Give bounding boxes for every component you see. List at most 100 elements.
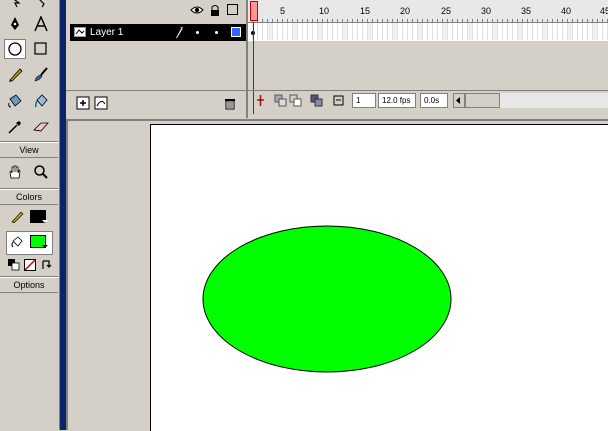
paint-bucket-tool[interactable] <box>30 91 52 111</box>
layer-type-icon <box>74 26 86 40</box>
ruler-tick <box>402 19 403 22</box>
edit-multiple-frames-button[interactable] <box>310 94 323 107</box>
ruler-tick <box>477 19 478 22</box>
ruler-tick <box>467 19 468 22</box>
brush-tool[interactable] <box>30 64 52 84</box>
stage-area <box>66 119 608 431</box>
ruler-tick <box>397 19 398 22</box>
onion-skin-button[interactable] <box>274 94 287 107</box>
ruler-tick <box>602 19 603 22</box>
text-tool[interactable] <box>30 14 52 34</box>
insert-layer-icon <box>76 96 90 110</box>
ruler-tick <box>447 19 448 22</box>
timeline-panel: Layer 1 1 5 10 15 20 25 30 35 <box>66 0 608 118</box>
center-frame-button[interactable] <box>254 94 267 107</box>
stage-canvas[interactable] <box>150 124 608 431</box>
ruler-tick <box>587 19 588 22</box>
frame-ruler[interactable]: 1 5 10 15 20 25 30 35 40 45 <box>248 0 608 23</box>
subselect-tool[interactable] <box>4 0 26 12</box>
layer-name[interactable]: Layer 1 <box>90 27 123 38</box>
show-hide-layers-eye-icon[interactable] <box>190 5 204 17</box>
ink-bottle-tool[interactable] <box>4 91 26 111</box>
no-color-button[interactable] <box>24 259 36 271</box>
ruler-number: 20 <box>400 6 411 16</box>
onion-skin-outlines-icon <box>289 94 302 107</box>
pen-tool[interactable] <box>4 14 26 34</box>
ruler-tick <box>262 19 263 22</box>
ruler-tick <box>362 19 363 22</box>
ink-bottle-icon <box>8 94 22 108</box>
pasteboard[interactable] <box>68 121 150 430</box>
tools-divider <box>0 142 58 143</box>
ruler-tick <box>417 19 418 22</box>
insert-layer-button[interactable] <box>76 96 90 112</box>
layer-outline-color-box[interactable] <box>231 27 241 37</box>
lasso-tool[interactable] <box>30 0 52 12</box>
hand-icon <box>9 165 21 179</box>
timeline-status-bar: 1 12.0 fps 0.0s <box>248 90 608 112</box>
ruler-tick <box>367 19 368 22</box>
ruler-tick <box>382 19 383 22</box>
ruler-tick <box>377 19 378 22</box>
tools-divider <box>0 277 58 278</box>
ruler-number: 15 <box>360 6 371 16</box>
zoom-tool[interactable] <box>30 162 52 182</box>
ruler-tick <box>312 19 313 22</box>
eraser-tool[interactable] <box>30 117 52 137</box>
ruler-tick <box>392 19 393 22</box>
frame-rate-field[interactable]: 12.0 fps <box>378 93 416 108</box>
pencil-tool[interactable] <box>4 64 26 84</box>
ruler-tick <box>437 19 438 22</box>
default-colors-button[interactable] <box>8 259 20 271</box>
add-motion-guide-button[interactable] <box>94 96 108 112</box>
tools-panel: View Colors Options <box>0 0 60 430</box>
subselect-arrow-icon <box>14 0 21 8</box>
playhead[interactable] <box>250 1 258 21</box>
onion-markers-icon <box>333 95 344 106</box>
swap-colors-button[interactable] <box>40 259 52 271</box>
fill-bucket-icon <box>10 235 24 251</box>
hand-tool[interactable] <box>4 162 26 182</box>
timeline-scrollbar-thumb[interactable] <box>465 93 500 108</box>
ruler-number: 10 <box>319 6 330 16</box>
ruler-tick <box>562 19 563 22</box>
eraser-icon <box>33 122 49 132</box>
ruler-number: 45 <box>600 6 608 16</box>
layer-row[interactable]: Layer 1 <box>70 24 246 41</box>
layer-lock-dot[interactable] <box>215 31 218 34</box>
outline-layers-icon[interactable] <box>227 4 238 15</box>
ruler-tick <box>387 19 388 22</box>
ruler-number: 25 <box>441 6 452 16</box>
eyedropper-tool[interactable] <box>4 117 26 137</box>
ruler-tick <box>432 19 433 22</box>
oval-tool[interactable] <box>4 39 26 59</box>
timeline-scrollbar-track[interactable] <box>500 93 608 108</box>
layer-visible-dot[interactable] <box>196 31 199 34</box>
ruler-tick <box>452 19 453 22</box>
layer-panel: Layer 1 <box>66 0 246 118</box>
ruler-tick <box>547 19 548 22</box>
edit-multiple-frames-icon <box>310 94 323 107</box>
trash-icon <box>225 99 235 110</box>
rectangle-tool[interactable] <box>30 39 52 59</box>
ruler-tick <box>282 19 283 22</box>
oval-icon <box>8 42 22 56</box>
tools-divider <box>0 204 58 205</box>
ruler-tick <box>502 19 503 22</box>
options-section-label: Options <box>13 280 45 290</box>
green-ellipse[interactable] <box>202 225 452 373</box>
layer-edit-pencil-icon <box>174 26 184 41</box>
frame-row[interactable] <box>248 23 608 41</box>
ruler-tick <box>267 19 268 22</box>
lock-layers-icon[interactable] <box>210 4 220 18</box>
eyedropper-icon <box>8 121 21 134</box>
frame-cell[interactable] <box>603 23 608 40</box>
pencil-icon <box>9 68 23 82</box>
onion-skin-outlines-button[interactable] <box>289 94 302 107</box>
delete-layer-button[interactable] <box>223 96 237 112</box>
modify-onion-markers-button[interactable] <box>332 94 345 107</box>
ruler-tick <box>407 19 408 22</box>
colors-section-label: Colors <box>15 192 42 202</box>
ruler-tick <box>487 19 488 22</box>
timeline-scroll-left-button[interactable] <box>453 93 465 108</box>
